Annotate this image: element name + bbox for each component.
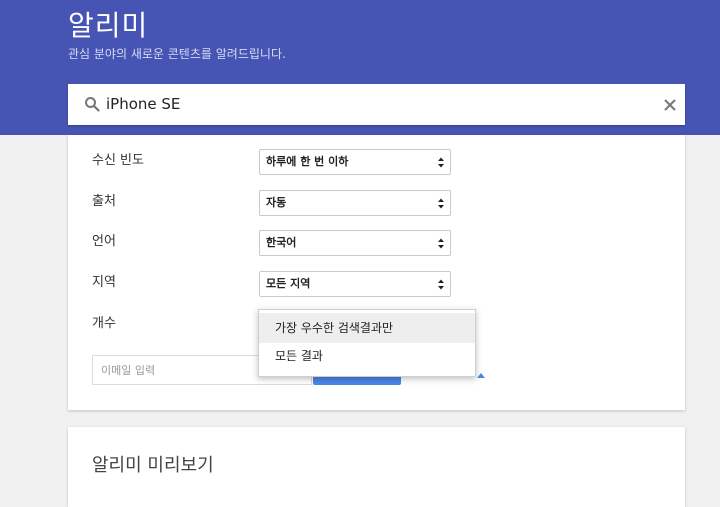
count-label: 개수: [92, 316, 116, 331]
preview-card: 알리미 미리보기: [68, 427, 685, 507]
search-input[interactable]: [106, 92, 646, 116]
select-arrows-icon: [438, 198, 444, 209]
dropdown-option[interactable]: 가장 우수한 검색결과만: [259, 313, 475, 343]
email-placeholder: 이메일 입력: [101, 364, 156, 377]
select-arrows-icon: [438, 238, 444, 249]
close-icon[interactable]: [662, 97, 678, 113]
frequency-select[interactable]: 하루에 한 번 이하: [259, 149, 451, 175]
region-select[interactable]: 모든 지역: [259, 271, 451, 297]
chevron-up-icon[interactable]: [476, 371, 486, 379]
source-select[interactable]: 자동: [259, 190, 451, 216]
app-title: 알리미: [68, 9, 149, 42]
frequency-value: 하루에 한 번 이하: [266, 155, 349, 168]
language-value: 한국어: [266, 236, 297, 249]
source-label: 출처: [92, 194, 116, 209]
language-select[interactable]: 한국어: [259, 230, 451, 256]
source-value: 자동: [266, 196, 287, 209]
region-label: 지역: [92, 275, 116, 290]
search-icon: [85, 97, 100, 112]
search-box[interactable]: [68, 84, 685, 125]
frequency-label: 수신 빈도: [92, 153, 144, 168]
language-label: 언어: [92, 234, 116, 249]
app-subtitle: 관심 분야의 새로운 콘텐츠를 알려드립니다.: [68, 47, 286, 61]
preview-title: 알리미 미리보기: [92, 455, 214, 476]
select-arrows-icon: [438, 279, 444, 290]
region-value: 모든 지역: [266, 277, 311, 290]
select-arrows-icon: [438, 157, 444, 168]
count-dropdown[interactable]: 가장 우수한 검색결과만 모든 결과: [258, 309, 476, 377]
dropdown-option[interactable]: 모든 결과: [259, 341, 475, 371]
